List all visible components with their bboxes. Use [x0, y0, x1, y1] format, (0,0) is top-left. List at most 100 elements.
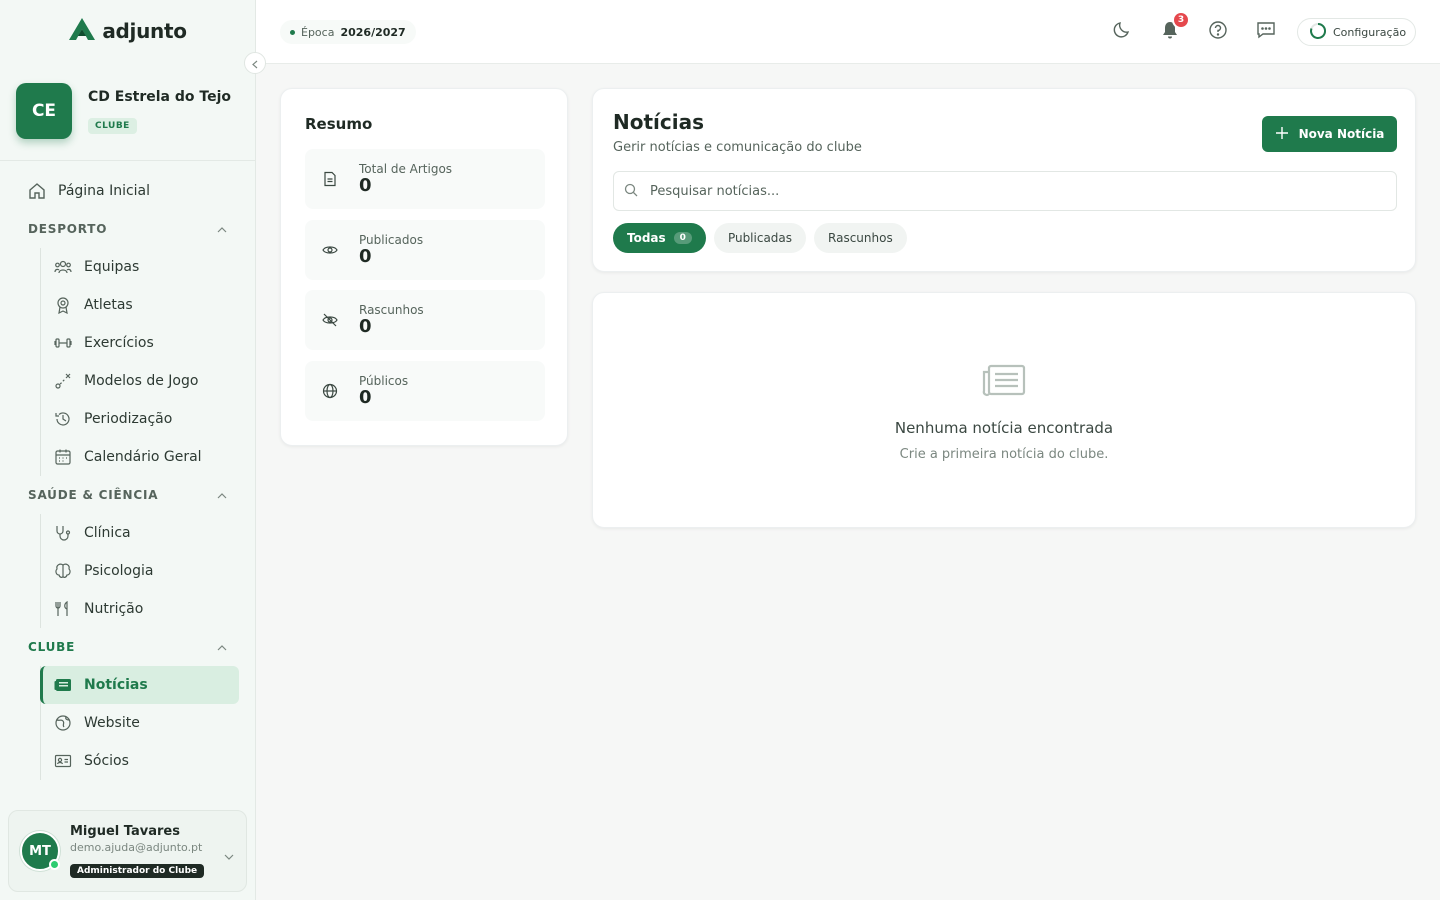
eye-off-icon [321, 311, 339, 329]
chevron-up-icon [217, 488, 227, 502]
stat-label: Publicados [359, 233, 424, 247]
search-icon [624, 182, 638, 201]
sidebar-item-label: Página Inicial [58, 183, 151, 199]
globe-icon [54, 714, 72, 732]
season-dot [290, 29, 295, 35]
section-desporto[interactable]: DESPORTO [0, 210, 255, 248]
sidebar-item-label: Nutrição [84, 601, 144, 617]
newspaper-icon [981, 363, 1027, 403]
sidebar-item-clinica[interactable]: Clínica [41, 514, 239, 552]
sidebar-item-periodizacao[interactable]: Periodização [41, 400, 239, 438]
brand-name: adjunto [102, 19, 187, 43]
empty-state: Nenhuma notícia encontrada Crie a primei… [592, 292, 1416, 528]
sidebar-collapse-button[interactable] [244, 52, 266, 74]
filter-label: Publicadas [727, 231, 793, 245]
users-icon [54, 258, 72, 276]
sidebar-item-label: Clínica [84, 525, 131, 541]
theme-toggle-button[interactable] [1110, 20, 1134, 44]
sidebar-item-label: Calendário Geral [84, 449, 202, 465]
user-card[interactable]: MT Miguel Tavares demo.ajuda@adjunto.pt … [8, 810, 247, 892]
sidebar-item-equipas[interactable]: Equipas [41, 248, 239, 286]
club-badge: CLUBE [88, 117, 137, 134]
chevron-up-icon [217, 640, 227, 654]
sidebar-item-exercicios[interactable]: Exercícios [41, 324, 239, 362]
sidebar-item-label: Modelos de Jogo [84, 373, 199, 389]
search-box [613, 171, 1397, 211]
section-clube[interactable]: CLUBE [0, 628, 255, 666]
filter-label: Todas [627, 231, 666, 245]
messages-button[interactable] [1254, 20, 1278, 44]
season-indicator[interactable]: Época 2026/2027 [280, 20, 416, 44]
search-input[interactable] [650, 183, 1350, 199]
id-card-icon [54, 752, 72, 770]
stat-drafts: Rascunhos 0 [305, 290, 545, 350]
filter-tabs: Todas 0 Publicadas Rascunhos [613, 223, 907, 253]
sidebar-item-label: Equipas [84, 259, 140, 275]
sidebar-item-noticias[interactable]: Notícias [40, 666, 239, 704]
stat-value: 0 [359, 175, 372, 196]
sidebar-item-modelos-de-jogo[interactable]: Modelos de Jogo [41, 362, 239, 400]
section-title: CLUBE [28, 640, 76, 654]
brain-icon [54, 562, 72, 580]
empty-state-title: Nenhuma notícia encontrada [894, 419, 1114, 437]
new-news-label: Nova Notícia [1298, 127, 1385, 141]
chevron-down-icon[interactable] [224, 845, 234, 864]
sidebar-nav: Página Inicial DESPORTO Equipas Atletas … [0, 172, 255, 780]
help-button[interactable] [1206, 20, 1230, 44]
stat-published: Publicados 0 [305, 220, 545, 280]
user-role-badge: Administrador do Clube [70, 864, 205, 878]
sidebar-item-atletas[interactable]: Atletas [41, 286, 239, 324]
notification-count-badge: 3 [1172, 11, 1190, 29]
notifications-button[interactable]: 3 [1158, 11, 1190, 44]
sidebar-item-home[interactable]: Página Inicial [0, 172, 255, 210]
sidebar-item-psicologia[interactable]: Psicologia [41, 552, 239, 590]
history-icon [54, 410, 72, 428]
newspaper-icon [54, 676, 72, 694]
stat-label: Total de Artigos [359, 162, 453, 176]
stat-value: 0 [359, 387, 372, 408]
page-title: Notícias [613, 110, 705, 134]
sidebar-item-nutricao[interactable]: Nutrição [41, 590, 239, 628]
moon-icon [1112, 20, 1132, 44]
sidebar-item-calendario-geral[interactable]: Calendário Geral [41, 438, 239, 476]
document-icon [321, 170, 339, 188]
club-avatar: CE [16, 83, 72, 139]
user-email: demo.ajuda@adjunto.pt [70, 841, 203, 854]
section-items-saude: Clínica Psicologia Nutrição [40, 514, 255, 628]
filter-published[interactable]: Publicadas [713, 223, 807, 253]
section-title: SAÚDE & CIÊNCIA [28, 488, 159, 502]
section-saude-ciencia[interactable]: SAÚDE & CIÊNCIA [0, 476, 255, 514]
globe-icon [321, 382, 339, 400]
new-news-button[interactable]: Nova Notícia [1262, 116, 1397, 152]
season-value: 2026/2027 [340, 25, 406, 39]
season-label: Época [301, 25, 335, 39]
sidebar-item-label: Sócios [84, 753, 129, 769]
stat-value: 0 [359, 246, 372, 267]
stat-public: Públicos 0 [305, 361, 545, 421]
configuration-button[interactable]: Configuração [1297, 18, 1416, 46]
filter-all[interactable]: Todas 0 [613, 223, 706, 253]
chevron-up-icon [217, 222, 227, 236]
stat-total-articles: Total de Artigos 0 [305, 149, 545, 209]
dumbbell-icon [54, 334, 72, 352]
section-items-clube: Notícias Website Sócios [40, 666, 255, 780]
stat-label: Públicos [359, 374, 409, 388]
user-avatar: MT [20, 831, 60, 871]
sidebar: adjunto CE CD Estrela do Tejo CLUBE Pági… [0, 0, 256, 900]
filter-drafts[interactable]: Rascunhos [814, 223, 907, 253]
plus-icon [1275, 126, 1289, 143]
sidebar-item-socios[interactable]: Sócios [41, 742, 239, 780]
tactics-icon [54, 372, 72, 390]
logo-icon [68, 17, 96, 45]
stat-value: 0 [359, 316, 372, 337]
sidebar-item-website[interactable]: Website [41, 704, 239, 742]
brand[interactable]: adjunto [0, 0, 255, 62]
stat-label: Rascunhos [359, 303, 424, 317]
topbar: Época 2026/2027 3 Configuração [256, 0, 1440, 64]
sidebar-item-label: Notícias [84, 677, 148, 693]
section-items-desporto: Equipas Atletas Exercícios Modelos de Jo… [40, 248, 255, 476]
sidebar-item-label: Atletas [84, 297, 133, 313]
filter-count: 0 [673, 232, 692, 244]
sidebar-item-label: Psicologia [84, 563, 154, 579]
club-card[interactable]: CE CD Estrela do Tejo CLUBE [0, 62, 255, 161]
